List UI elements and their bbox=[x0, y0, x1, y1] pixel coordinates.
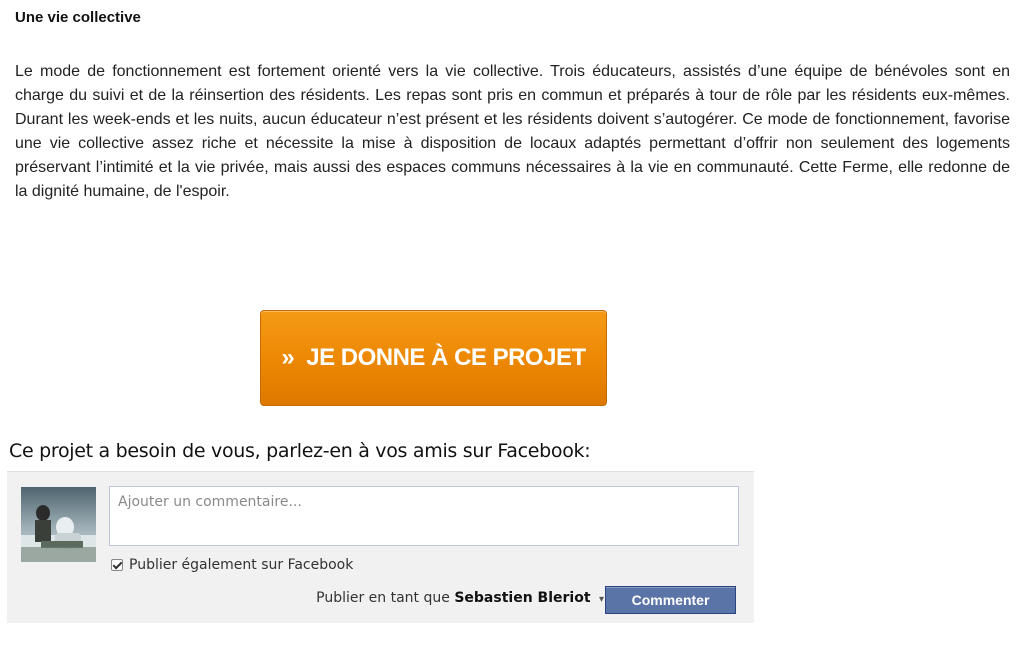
caret-down-icon[interactable]: ▾ bbox=[599, 594, 604, 605]
double-chevron-icon: » bbox=[281, 344, 295, 371]
facebook-comment-panel: Ajouter un commentaire... Publier égalem… bbox=[7, 471, 754, 623]
comment-button[interactable]: Commenter bbox=[605, 586, 736, 614]
post-as-selector[interactable]: Publier en tant que Sebastien Bleriot ▾ bbox=[316, 590, 604, 606]
avatar-image bbox=[21, 487, 96, 562]
donate-button[interactable]: » JE DONNE À CE PROJET bbox=[260, 310, 607, 406]
section-title: Une vie collective bbox=[15, 9, 141, 26]
donate-button-label: JE DONNE À CE PROJET bbox=[306, 344, 586, 371]
section-paragraph: Le mode de fonctionnement est fortement … bbox=[15, 63, 1010, 200]
post-as-user-name: Sebastien Bleriot bbox=[454, 590, 591, 606]
publish-checkbox-label: Publier également sur Facebook bbox=[129, 557, 354, 573]
post-as-prefix: Publier en tant que bbox=[316, 590, 450, 606]
comment-input[interactable]: Ajouter un commentaire... bbox=[109, 486, 739, 546]
avatar bbox=[21, 487, 96, 562]
share-heading: Ce projet a besoin de vous, parlez-en à … bbox=[9, 440, 591, 462]
publish-on-facebook-option[interactable]: Publier également sur Facebook bbox=[111, 557, 353, 573]
publish-checkbox[interactable] bbox=[111, 559, 123, 571]
